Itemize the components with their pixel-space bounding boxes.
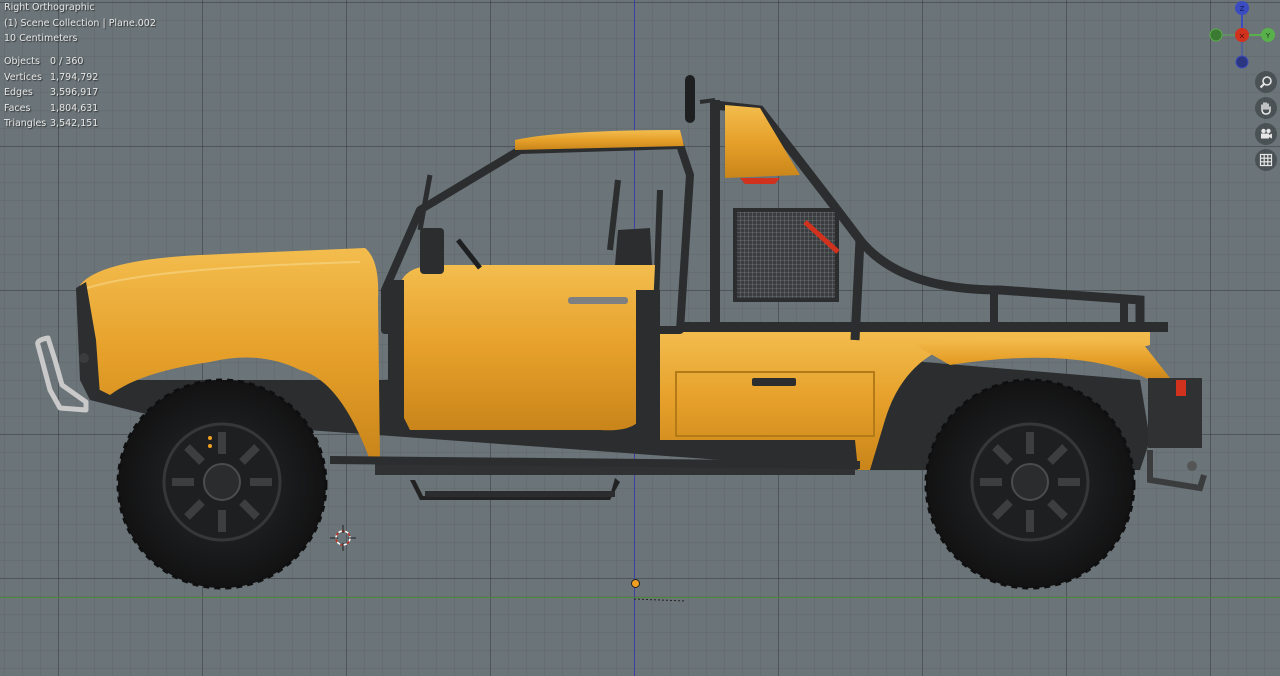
3d-viewport[interactable]: Right Orthographic (1) Scene Collection … [0, 0, 1280, 676]
vehicle-model[interactable] [0, 0, 1280, 676]
